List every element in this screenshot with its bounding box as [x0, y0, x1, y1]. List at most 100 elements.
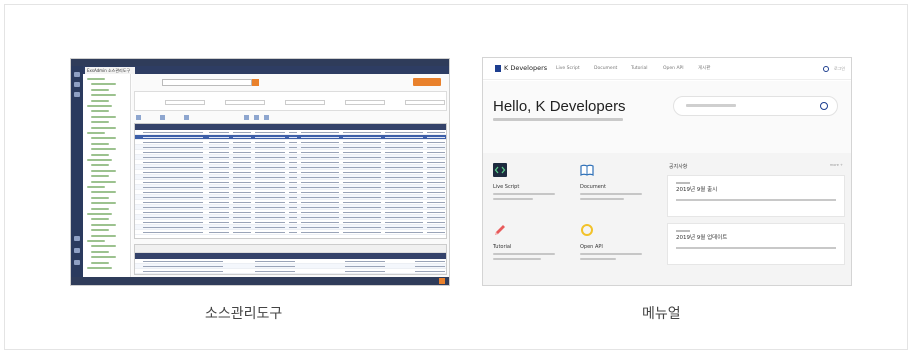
- tree-node[interactable]: [91, 207, 109, 210]
- menu-board[interactable]: 게시판: [698, 65, 710, 73]
- filter-field[interactable]: [165, 100, 205, 105]
- tool-icon[interactable]: [244, 115, 249, 120]
- brand-name[interactable]: K Developers: [504, 64, 547, 73]
- tree-node[interactable]: [87, 240, 105, 242]
- tree-node[interactable]: [91, 218, 109, 221]
- table-cell: [301, 197, 339, 198]
- table-cell: [209, 232, 229, 233]
- menu-tutorial[interactable]: Tutorial: [631, 65, 648, 73]
- tree-node[interactable]: [91, 153, 109, 156]
- table-cell: [255, 227, 285, 228]
- tree-node[interactable]: [91, 94, 116, 97]
- tree-node[interactable]: [91, 126, 116, 129]
- tree-node[interactable]: [87, 132, 105, 134]
- table-cell: [233, 197, 251, 198]
- menu-live-script[interactable]: Live Script: [556, 65, 580, 73]
- tree-node[interactable]: [91, 110, 109, 113]
- search-icon[interactable]: [823, 66, 829, 72]
- table-cell: [255, 167, 285, 168]
- tree-node[interactable]: [91, 234, 116, 237]
- more-link[interactable]: more +: [830, 163, 843, 167]
- table-cell: [385, 232, 423, 233]
- news-item[interactable]: 2019년 9월 출시: [667, 175, 845, 217]
- tree-node[interactable]: [91, 121, 109, 124]
- code-icon: [493, 163, 507, 177]
- logo-icon[interactable]: [495, 65, 501, 72]
- table-cell: [343, 227, 381, 228]
- tool-icon[interactable]: [254, 115, 259, 120]
- history-grid[interactable]: [134, 244, 447, 275]
- tree-node[interactable]: [87, 213, 112, 215]
- tree-node[interactable]: [91, 250, 109, 253]
- tree-node[interactable]: [87, 78, 105, 80]
- rail-icon: [74, 72, 80, 77]
- tool-icon[interactable]: [184, 115, 189, 120]
- login-link[interactable]: 로그인: [834, 66, 845, 72]
- card-live-script[interactable]: Live Script: [493, 163, 563, 213]
- table-cell: [343, 162, 381, 163]
- filter-field[interactable]: [225, 100, 265, 105]
- hero-search-input[interactable]: [673, 96, 838, 116]
- tree-node[interactable]: [91, 164, 109, 167]
- tree-node[interactable]: [87, 105, 112, 107]
- card-open-api[interactable]: Open API: [580, 223, 650, 273]
- table-cell: [209, 222, 229, 223]
- card-document[interactable]: Document: [580, 163, 650, 213]
- tool-icon[interactable]: [136, 115, 141, 120]
- tree-node[interactable]: [87, 159, 112, 161]
- source-tool-screenshot[interactable]: ExsAdmin 소스관리도구: [70, 58, 450, 286]
- menu-document[interactable]: Document: [594, 65, 617, 73]
- table-cell: [427, 212, 445, 213]
- tree-node[interactable]: [91, 256, 116, 259]
- card-tutorial[interactable]: Tutorial: [493, 223, 563, 273]
- tree-node[interactable]: [91, 202, 116, 205]
- table-cell: [301, 207, 339, 208]
- search-icon[interactable]: [820, 102, 828, 110]
- table-cell: [233, 147, 251, 148]
- filter-field[interactable]: [285, 100, 325, 105]
- tree-node[interactable]: [91, 99, 109, 102]
- menu-open-api[interactable]: Open API: [663, 65, 684, 73]
- search-button[interactable]: [252, 79, 259, 86]
- tree-node[interactable]: [91, 148, 116, 151]
- table-cell: [427, 217, 445, 218]
- table-cell: [301, 217, 339, 218]
- table-cell: [427, 147, 445, 148]
- search-input[interactable]: [162, 79, 252, 86]
- filter-field[interactable]: [345, 100, 385, 105]
- tool-icon[interactable]: [264, 115, 269, 120]
- tree-node[interactable]: [91, 245, 116, 248]
- tree-node[interactable]: [87, 186, 105, 188]
- tree-node[interactable]: [91, 196, 109, 199]
- tree-node[interactable]: [91, 137, 116, 140]
- tree-node[interactable]: [91, 169, 116, 172]
- tree-node[interactable]: [91, 175, 109, 178]
- news-item[interactable]: 2019년 9월 업데이트: [667, 223, 845, 265]
- tree-node[interactable]: [91, 142, 109, 145]
- status-icon[interactable]: [439, 278, 445, 284]
- news-summary: [676, 247, 836, 249]
- table-cell: [143, 232, 203, 233]
- tree-node[interactable]: [91, 83, 116, 86]
- tree-node[interactable]: [91, 88, 109, 91]
- folder-tree[interactable]: [83, 74, 131, 277]
- action-button[interactable]: [413, 78, 441, 86]
- tool-icon[interactable]: [160, 115, 165, 120]
- tree-node[interactable]: [91, 223, 116, 226]
- filter-field[interactable]: [405, 100, 445, 105]
- tree-node[interactable]: [91, 115, 116, 118]
- tree-node[interactable]: [87, 267, 112, 269]
- table-cell: [143, 172, 203, 173]
- file-grid[interactable]: [134, 123, 447, 239]
- tab-source-tool[interactable]: ExsAdmin 소스관리도구: [85, 67, 135, 74]
- tree-node[interactable]: [91, 191, 116, 194]
- tree-node[interactable]: [91, 229, 109, 232]
- table-cell: [343, 212, 381, 213]
- manual-screenshot[interactable]: K Developers Live Script Document Tutori…: [482, 57, 852, 286]
- tree-node[interactable]: [91, 261, 109, 264]
- history-row[interactable]: [135, 274, 446, 275]
- table-row[interactable]: [135, 230, 446, 235]
- table-cell: [343, 137, 381, 138]
- tree-node[interactable]: [91, 180, 116, 183]
- table-cell: [143, 202, 203, 203]
